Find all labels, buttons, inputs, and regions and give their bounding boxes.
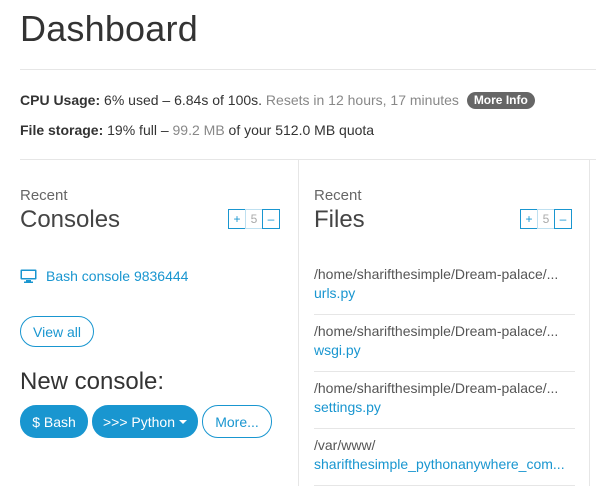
cpu-usage-label: CPU Usage: <box>20 92 101 108</box>
file-storage-label: File storage: <box>20 122 104 138</box>
monitor-icon <box>20 269 37 283</box>
console-list-item[interactable]: Bash console 9836444 <box>20 268 188 284</box>
bash-console-button[interactable]: $ Bash <box>20 405 88 438</box>
chevron-down-icon <box>179 419 187 424</box>
python-console-button[interactable]: >>> Python <box>92 405 198 438</box>
file-path: /home/sharifthesimple/Dream-palace/... <box>314 323 559 339</box>
divider-top <box>20 69 596 70</box>
file-path: /home/sharifthesimple/Dream-palace/... <box>314 380 559 396</box>
file-storage-line: File storage: 19% full – 99.2 MB of your… <box>20 122 374 138</box>
consoles-decrease-button[interactable]: – <box>262 209 280 229</box>
files-count: 5 <box>537 209 555 229</box>
divider-middle <box>20 159 596 160</box>
consoles-title: Consoles <box>20 206 121 233</box>
consoles-increase-button[interactable]: + <box>228 209 246 229</box>
file-link[interactable]: urls.py <box>314 285 575 301</box>
file-storage-used: 99.2 MB <box>172 122 225 138</box>
file-link[interactable]: sharifthesimple_pythonanywhere_com... <box>314 456 575 472</box>
file-list-item[interactable]: /var/www/ sharifthesimple_pythonanywhere… <box>314 429 575 486</box>
files-title: Files <box>314 206 365 233</box>
consoles-kicker: Recent <box>20 187 68 204</box>
file-link[interactable]: settings.py <box>314 399 575 415</box>
column-divider <box>298 160 299 486</box>
file-link[interactable]: wsgi.py <box>314 342 575 358</box>
cpu-usage-line: CPU Usage: 6% used – 6.84s of 100s. Rese… <box>20 92 535 109</box>
console-item-label: Bash console 9836444 <box>46 268 189 284</box>
recent-files-list: /home/sharifthesimple/Dream-palace/... u… <box>314 258 575 486</box>
files-count-stepper: + 5 – <box>520 209 572 229</box>
consoles-count: 5 <box>245 209 263 229</box>
more-consoles-button[interactable]: More... <box>202 405 272 438</box>
column-divider-right <box>589 160 590 486</box>
file-storage-quota: of your 512.0 MB quota <box>228 122 375 138</box>
page-title: Dashboard <box>20 8 198 49</box>
more-info-badge[interactable]: More Info <box>466 92 535 109</box>
cpu-reset-text: Resets in 12 hours, 17 minutes <box>265 92 459 108</box>
files-kicker: Recent <box>314 187 362 204</box>
view-all-button[interactable]: View all <box>20 316 94 347</box>
cpu-usage-value: 6% used – 6.84s of 100s. <box>104 92 263 108</box>
file-list-item[interactable]: /home/sharifthesimple/Dream-palace/... w… <box>314 315 575 372</box>
file-path: /var/www/ <box>314 437 376 453</box>
new-console-title: New console: <box>20 368 165 395</box>
file-path: /home/sharifthesimple/Dream-palace/... <box>314 266 559 282</box>
file-list-item[interactable]: /home/sharifthesimple/Dream-palace/... s… <box>314 372 575 429</box>
files-increase-button[interactable]: + <box>520 209 538 229</box>
consoles-count-stepper: + 5 – <box>228 209 280 229</box>
python-console-label: >>> Python <box>102 413 175 430</box>
files-decrease-button[interactable]: – <box>554 209 572 229</box>
file-storage-percent: 19% full – <box>107 122 169 138</box>
file-list-item[interactable]: /home/sharifthesimple/Dream-palace/... u… <box>314 258 575 315</box>
